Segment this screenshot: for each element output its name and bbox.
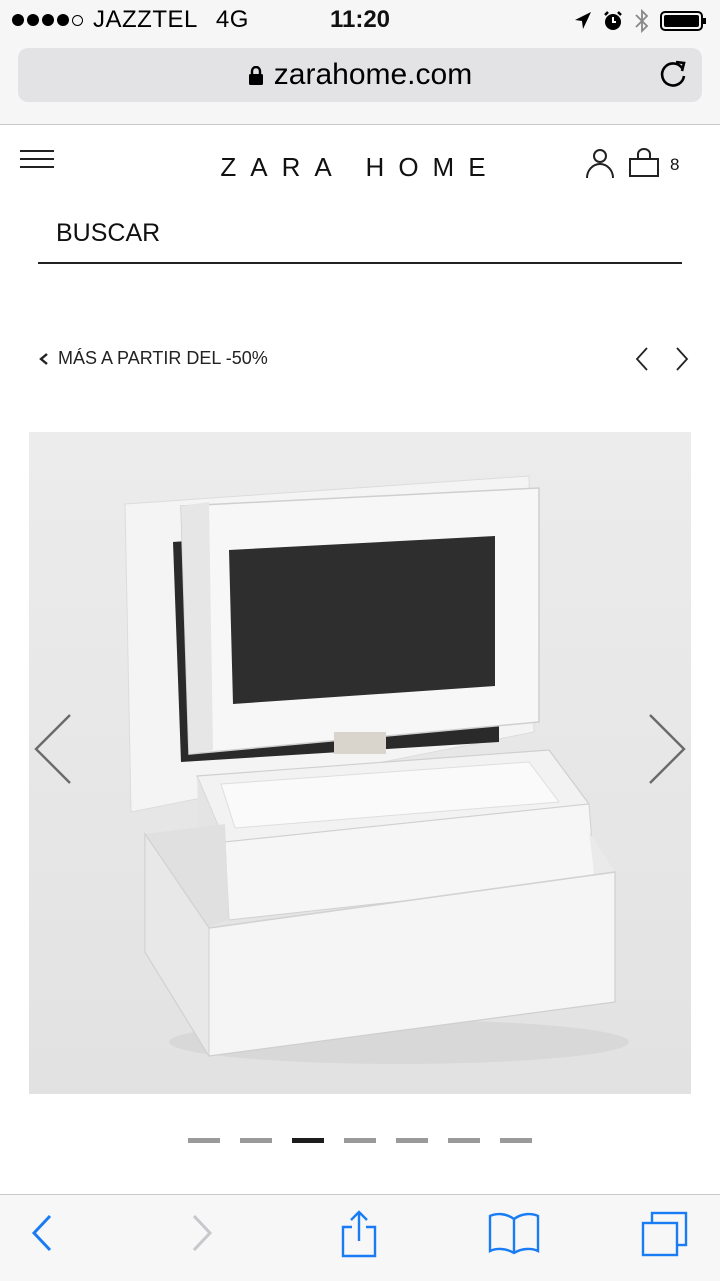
forward-icon[interactable] xyxy=(190,1213,214,1253)
image-next-arrow-icon[interactable] xyxy=(646,712,688,786)
search-input[interactable] xyxy=(54,218,658,249)
chevron-left-icon xyxy=(39,352,48,365)
pagination-dot[interactable] xyxy=(396,1138,428,1143)
search-field-wrap xyxy=(38,210,682,264)
bag-count: 8 xyxy=(670,155,680,174)
reload-icon[interactable] xyxy=(658,58,688,90)
breadcrumb[interactable]: MÁS A PARTIR DEL -50% xyxy=(38,348,268,369)
address-bar[interactable]: zarahome.com xyxy=(18,48,702,102)
pagination-dot[interactable] xyxy=(344,1138,376,1143)
pagination-dot[interactable] xyxy=(240,1138,272,1143)
shopping-bag-icon[interactable] xyxy=(628,148,660,178)
breadcrumb-label: MÁS A PARTIR DEL -50% xyxy=(58,348,268,368)
pagination-dot-active[interactable] xyxy=(292,1138,324,1143)
browser-toolbar xyxy=(0,1194,720,1281)
previous-product-icon[interactable] xyxy=(634,346,650,372)
bookmarks-icon[interactable] xyxy=(488,1211,540,1255)
battery-icon xyxy=(660,11,706,31)
tabs-icon[interactable] xyxy=(640,1211,690,1259)
product-image[interactable] xyxy=(29,432,691,1094)
bluetooth-icon xyxy=(635,8,649,34)
status-icons xyxy=(574,8,708,34)
browser-address-area: zarahome.com xyxy=(0,40,720,125)
next-product-icon[interactable] xyxy=(674,346,690,372)
product-nav xyxy=(634,346,690,372)
url-text: zarahome.com xyxy=(273,58,473,91)
pagination-dot[interactable] xyxy=(500,1138,532,1143)
image-pagination xyxy=(188,1138,532,1143)
pagination-dot[interactable] xyxy=(188,1138,220,1143)
pagination-dot[interactable] xyxy=(448,1138,480,1143)
location-icon xyxy=(575,12,591,29)
alarm-icon xyxy=(604,11,622,30)
lock-icon xyxy=(248,66,263,86)
back-icon[interactable] xyxy=(30,1213,54,1253)
image-prev-arrow-icon[interactable] xyxy=(32,712,74,786)
product-box-illustration xyxy=(29,432,691,1094)
url-display[interactable]: zarahome.com xyxy=(18,58,702,92)
status-bar: JAZZTEL 4G 11:20 xyxy=(0,0,720,40)
user-icon[interactable] xyxy=(585,148,615,180)
share-icon[interactable] xyxy=(340,1209,378,1259)
